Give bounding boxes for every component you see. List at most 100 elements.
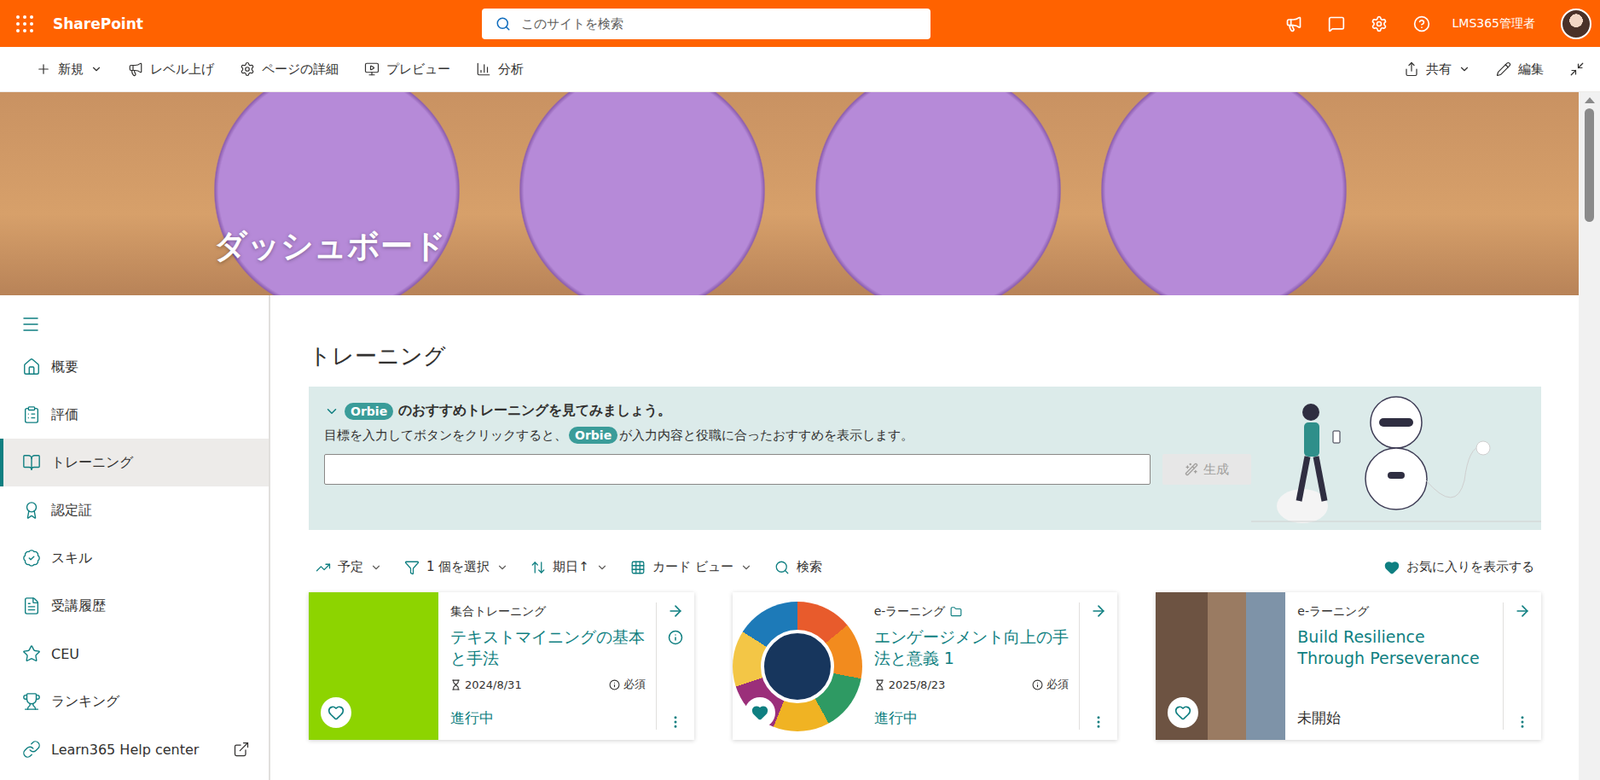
generate-button[interactable]: 生成 [1162,453,1252,485]
sidebar-item[interactable]: 認定証 [0,486,269,534]
goal-input[interactable] [324,453,1151,485]
orbie-panel: Orbieのおすすめトレーニングを見てみましょう。目標を入力してボタンをクリック… [308,386,1542,530]
favorite-button[interactable] [320,696,352,728]
orbie-badge: Orbie [568,426,618,444]
chevron-icon [740,561,753,574]
filter-button[interactable]: 検索 [774,558,823,575]
more-icon[interactable] [667,713,684,730]
brand[interactable]: SharePoint [52,15,144,33]
chevron-icon [90,63,103,76]
hourglass-icon [450,678,462,690]
heart-icon [1174,703,1192,721]
open-arrow-icon[interactable] [666,602,685,620]
card-image [308,591,439,740]
content: トレーニング Orbieのおすすめトレーニングを見てみましょう。目標を入力してボタ… [270,295,1542,780]
orbie-badge: Orbie [344,402,394,420]
chevron-icon[interactable] [324,403,340,419]
command-bar: 新規レベル上げページの詳細プレビュー分析 共有編集 [0,46,1600,93]
sidebar-item[interactable]: トレーニング [0,438,269,487]
nav-icon [22,739,41,759]
card-status: 未開始 [1297,707,1493,728]
filter-bar: 予定 1 個を選択 期日↑ カード ビュー 検索 お気に入りを表示する [308,529,1542,592]
avatar[interactable] [1560,8,1592,40]
command-icon [364,61,380,77]
nav-icon [22,691,41,711]
sidebar-item[interactable]: 概要 [0,342,269,391]
card-title[interactable]: エンゲージメント向上の手法と意義 1 [874,626,1070,668]
favorite-button[interactable] [744,696,776,728]
search-placeholder: このサイトを検索 [521,16,624,33]
orbie-title[interactable]: Orbieのおすすめトレーニングを見てみましょう。 [324,401,1252,420]
sidebar-item[interactable]: スキル [0,533,269,582]
training-card[interactable]: 集合トレーニングテキストマイニングの基本と手法2024/8/31必須進行中 [308,591,695,740]
card-status: 進行中 [450,707,646,728]
hourglass-icon [874,678,886,690]
required-icon [608,678,621,690]
menu-button[interactable] [0,305,62,343]
card-type: 集合トレーニング [450,603,646,620]
card-status: 進行中 [874,707,1070,728]
card-title[interactable]: Build Resilience Through Perseverance [1297,626,1493,668]
collapse-icon[interactable] [1569,61,1585,77]
command-button[interactable]: ページの詳細 [239,56,339,83]
card-type: e-ラーニング [874,603,1070,620]
app-launcher-icon[interactable] [15,14,35,34]
sidebar-item[interactable]: ランキング [0,677,269,725]
sidebar-item[interactable]: 評価 [0,390,269,439]
filter-button[interactable]: 1 個を選択 [404,558,509,575]
command-button[interactable]: 新規 [35,56,103,83]
command-button[interactable]: 分析 [475,56,524,83]
favorite-button[interactable] [1167,696,1199,728]
chevron-icon [370,561,383,574]
command-button[interactable]: 編集 [1495,56,1544,83]
command-button[interactable]: 共有 [1403,56,1471,83]
scroll-thumb[interactable] [1584,108,1595,222]
megaphone-icon[interactable] [1285,15,1303,33]
filter-icon [530,559,546,575]
open-arrow-icon[interactable] [1089,602,1108,620]
command-icon [1495,61,1512,77]
favorites-toggle[interactable]: お気に入りを表示する [1384,558,1535,575]
chevron-icon [596,561,609,574]
training-card[interactable]: e-ラーニングエンゲージメント向上の手法と意義 12025/8/23必須進行中 [732,591,1119,740]
card-grid: 集合トレーニングテキストマイニングの基本と手法2024/8/31必須進行中e-ラ… [308,591,1542,740]
heart-icon [751,703,769,721]
menu-icon [20,313,41,335]
top-bar: SharePoint このサイトを検索 LMS365管理者 [0,0,1600,47]
more-icon[interactable] [1090,713,1107,730]
chat-icon[interactable] [1327,15,1345,33]
page-heading: トレーニング [308,341,1542,372]
sidebar-item[interactable]: CEU [0,629,269,678]
command-button[interactable]: プレビュー [364,56,451,83]
user-name[interactable]: LMS365管理者 [1452,16,1537,32]
site-search[interactable]: このサイトを検索 [481,8,931,40]
filter-button[interactable]: 期日↑ [530,558,609,575]
info-icon[interactable] [667,629,684,645]
command-icon [1403,61,1420,77]
heart-icon [327,703,345,721]
nav-icon [22,500,41,520]
sidebar-item[interactable]: 受講履歴 [0,581,269,630]
open-arrow-icon[interactable] [1513,602,1531,620]
filter-button[interactable]: カード ビュー [630,558,753,575]
scrollbar[interactable] [1578,92,1600,780]
command-button[interactable]: レベル上げ [127,56,215,83]
card-image [1155,591,1286,740]
training-card[interactable]: e-ラーニング Build Resilience Through Persever… [1155,591,1542,740]
sidebar-item[interactable]: Learn365 Help center [0,724,269,773]
catalog-icon [950,605,963,618]
orbie-illustration-icon [1251,386,1542,530]
command-icon [127,61,144,77]
chevron-icon [496,561,509,574]
help-icon[interactable] [1413,15,1431,33]
gear-icon[interactable] [1370,15,1388,33]
card-type: e-ラーニング [1297,603,1493,620]
card-title[interactable]: テキストマイニングの基本と手法 [450,626,646,668]
external-link-icon [232,740,250,758]
nav-icon [22,643,41,663]
nav-icon [22,548,41,568]
more-icon[interactable] [1514,713,1531,730]
filter-button[interactable]: 予定 [315,558,383,575]
scroll-up-icon[interactable] [1584,97,1595,104]
banner: ダッシュボード [0,92,1579,296]
